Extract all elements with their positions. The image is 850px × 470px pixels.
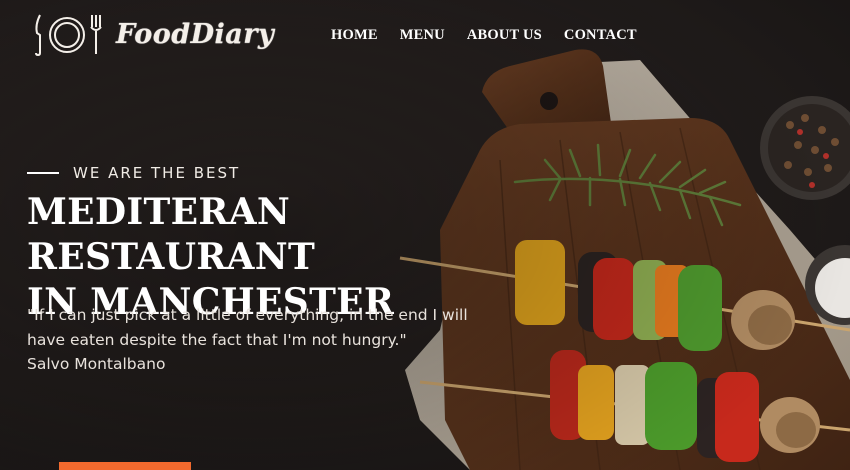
cta-button[interactable] [59, 462, 191, 470]
eyebrow-divider [27, 172, 59, 174]
nav-item-menu[interactable]: MENU [400, 27, 445, 44]
nav-item-home[interactable]: HOME [331, 27, 378, 44]
headline-line-1: MEDITERAN RESTAURANT [27, 191, 316, 278]
main-nav: HOME MENU ABOUT US CONTACT [331, 27, 637, 44]
hero-eyebrow: WE ARE THE BEST [27, 164, 240, 182]
quote-author: Salvo Montalbano [27, 355, 166, 373]
nav-item-contact[interactable]: CONTACT [564, 27, 637, 44]
quote-line-2: have eaten despite the fact that I'm not… [27, 331, 407, 349]
eyebrow-text: WE ARE THE BEST [73, 164, 241, 182]
plate-fork-knife-icon [32, 11, 106, 57]
brand-logo[interactable]: FoodDiary [32, 11, 274, 57]
hero-quote: "If I can just pick at a little of every… [27, 303, 547, 353]
hero-section: FoodDiary HOME MENU ABOUT US CONTACT WE … [0, 0, 850, 470]
brand-name: FoodDiary [116, 18, 275, 50]
quote-line-1: "If I can just pick at a little of every… [27, 306, 468, 324]
nav-item-about-us[interactable]: ABOUT US [467, 27, 542, 44]
